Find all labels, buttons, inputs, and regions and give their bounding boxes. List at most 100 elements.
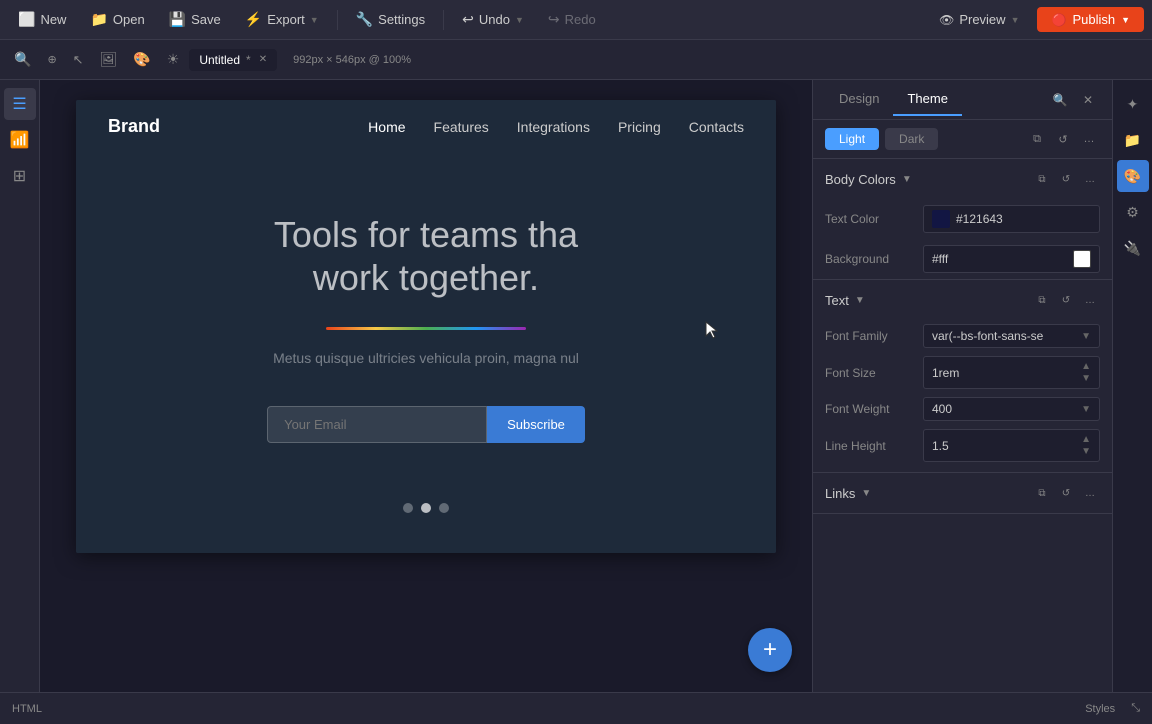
zoom-in-button[interactable]: ⊕ <box>41 49 62 70</box>
line-height-row: Line Height 1.5 ▲▼ <box>813 425 1112 472</box>
divider2 <box>443 10 444 30</box>
line-height-stepper[interactable]: ▲▼ <box>1081 434 1091 457</box>
text-more-icon[interactable]: … <box>1080 290 1100 310</box>
tab-theme[interactable]: Theme <box>893 83 961 116</box>
new-icon: ⬜ <box>18 11 35 28</box>
line-height-input[interactable]: 1.5 ▲▼ <box>923 429 1100 462</box>
font-size-stepper[interactable]: ▲▼ <box>1081 361 1091 384</box>
font-family-arrow-icon: ▼ <box>1081 331 1091 342</box>
save-icon: 💾 <box>169 11 186 28</box>
folder-icon-button[interactable]: 📁 <box>1117 124 1149 156</box>
links-section: Links ▼ ⧉ ↺ … <box>813 473 1112 514</box>
text-reset-icon[interactable]: ↺ <box>1056 290 1076 310</box>
settings-button[interactable]: 🔧 Settings <box>346 7 435 32</box>
sidebar-grid-button[interactable]: ⊞ <box>4 160 36 192</box>
font-size-input[interactable]: 1rem ▲▼ <box>923 356 1100 389</box>
dot-3 <box>439 503 449 513</box>
preview-button[interactable]: 👁 Preview ▼ <box>929 8 1029 31</box>
extension-icon-button[interactable]: 🔌 <box>1117 232 1149 264</box>
sidebar-layers-button[interactable]: ☰ <box>4 88 36 120</box>
bottom-resize-icon[interactable]: ⤡ <box>1131 702 1140 715</box>
new-button[interactable]: ⬜ New <box>8 7 76 32</box>
right-panel: Design Theme 🔍 ✕ Light Dark ⧉ ↺ … <box>812 80 1112 692</box>
body-colors-header[interactable]: Body Colors ▼ ⧉ ↺ … <box>813 159 1112 199</box>
cursor-tool-button[interactable]: ↖ <box>67 48 90 72</box>
panel-search-button[interactable]: 🔍 <box>1048 88 1072 112</box>
theme-more-icon[interactable]: … <box>1078 128 1100 150</box>
bottom-styles-label[interactable]: Styles <box>1085 703 1115 715</box>
dot-1 <box>403 503 413 513</box>
links-header[interactable]: Links ▼ ⧉ ↺ … <box>813 473 1112 513</box>
text-color-value[interactable]: #121643 <box>923 205 1100 233</box>
publish-icon: 🔴 <box>1051 13 1066 27</box>
bottom-html-label[interactable]: HTML <box>12 703 42 715</box>
zoom-out-button[interactable]: 🔍 <box>8 47 37 72</box>
tab-design[interactable]: Design <box>825 83 893 116</box>
export-icon: ⚡ <box>245 11 262 28</box>
font-weight-select[interactable]: 400 ▼ <box>923 397 1100 421</box>
sidebar-wifi-button[interactable]: 📶 <box>4 124 36 156</box>
open-button[interactable]: 📁 Open <box>80 7 154 32</box>
text-section-header[interactable]: Text ▼ ⧉ ↺ … <box>813 280 1112 320</box>
theme-dark-button[interactable]: Dark <box>885 128 938 150</box>
nav-integrations[interactable]: Integrations <box>517 119 590 135</box>
theme-reset-icon[interactable]: ↺ <box>1052 128 1074 150</box>
subscribe-button[interactable]: Subscribe <box>487 406 585 443</box>
section-actions: ⧉ ↺ … <box>1032 169 1100 189</box>
body-colors-section: Body Colors ▼ ⧉ ↺ … Text Color #121643 <box>813 159 1112 280</box>
background-value[interactable]: #fff <box>923 245 1100 273</box>
links-copy-icon[interactable]: ⧉ <box>1032 483 1052 503</box>
panel-header: Design Theme 🔍 ✕ <box>813 80 1112 120</box>
image-tool-button[interactable]: 🖼 <box>94 47 124 72</box>
settings-icon: 🔧 <box>356 11 373 28</box>
section-copy-icon[interactable]: ⧉ <box>1032 169 1052 189</box>
palette-icon-button[interactable]: 🎨 <box>1117 160 1149 192</box>
preview-chevron-icon: ▼ <box>1011 15 1020 25</box>
nav-contacts[interactable]: Contacts <box>689 119 744 135</box>
undo-button[interactable]: ↩ Undo ▼ <box>452 7 534 32</box>
site-hero-subtitle: Metus quisque ultricies vehicula proin, … <box>273 350 579 366</box>
redo-icon: ↪ <box>548 11 560 28</box>
panel-header-icons: 🔍 ✕ <box>1048 88 1100 112</box>
canvas-area[interactable]: Brand Home Features Integrations Pricing… <box>40 80 812 692</box>
nav-pricing[interactable]: Pricing <box>618 119 661 135</box>
color-tool-button[interactable]: 🎨 <box>127 47 156 72</box>
links-reset-icon[interactable]: ↺ <box>1056 483 1076 503</box>
links-chevron-icon: ▼ <box>861 488 871 499</box>
panel-close-button[interactable]: ✕ <box>1076 88 1100 112</box>
text-copy-icon[interactable]: ⧉ <box>1032 290 1052 310</box>
email-input[interactable] <box>267 406 487 443</box>
export-button[interactable]: ⚡ Export ▼ <box>235 7 329 32</box>
tab-untitled[interactable]: Untitled * ✕ <box>189 49 277 71</box>
canvas-frame: Brand Home Features Integrations Pricing… <box>76 100 776 553</box>
font-family-row: Font Family var(--bs-font-sans-se ▼ <box>813 320 1112 352</box>
fab-add-button[interactable]: + <box>748 628 792 672</box>
save-button[interactable]: 💾 Save <box>159 7 231 32</box>
text-section-title: Text ▼ <box>825 293 865 308</box>
topbar: ⬜ New 📁 Open 💾 Save ⚡ Export ▼ 🔧 Setting… <box>0 0 1152 40</box>
theme-controls: Light Dark ⧉ ↺ … <box>813 120 1112 159</box>
font-family-select[interactable]: var(--bs-font-sans-se ▼ <box>923 324 1100 348</box>
nav-features[interactable]: Features <box>434 119 489 135</box>
publish-chevron-icon: ▼ <box>1121 15 1130 25</box>
bottom-right: Styles ⤡ <box>1085 702 1140 715</box>
tab-close-button[interactable]: ✕ <box>259 54 267 65</box>
settings-panel-button[interactable]: ⚙ <box>1117 196 1149 228</box>
theme-light-button[interactable]: Light <box>825 128 879 150</box>
links-actions: ⧉ ↺ … <box>1032 483 1100 503</box>
nav-home[interactable]: Home <box>368 119 405 135</box>
section-more-icon[interactable]: … <box>1080 169 1100 189</box>
text-color-swatch <box>932 210 950 228</box>
text-section: Text ▼ ⧉ ↺ … Font Family var(--bs-font-s… <box>813 280 1112 473</box>
theme-copy-icon[interactable]: ⧉ <box>1026 128 1048 150</box>
brightness-tool-button[interactable]: ☀ <box>161 47 186 72</box>
links-more-icon[interactable]: … <box>1080 483 1100 503</box>
publish-button[interactable]: 🔴 Publish ▼ <box>1037 7 1144 32</box>
section-reset-icon[interactable]: ↺ <box>1056 169 1076 189</box>
font-weight-row: Font Weight 400 ▼ <box>813 393 1112 425</box>
zoom-info[interactable]: 992px × 546px @ 100% <box>293 54 411 66</box>
site-nav: Brand Home Features Integrations Pricing… <box>76 100 776 153</box>
redo-button[interactable]: ↪ Redo <box>538 7 606 32</box>
magic-icon-button[interactable]: ✦ <box>1117 88 1149 120</box>
text-chevron-icon: ▼ <box>855 295 865 306</box>
